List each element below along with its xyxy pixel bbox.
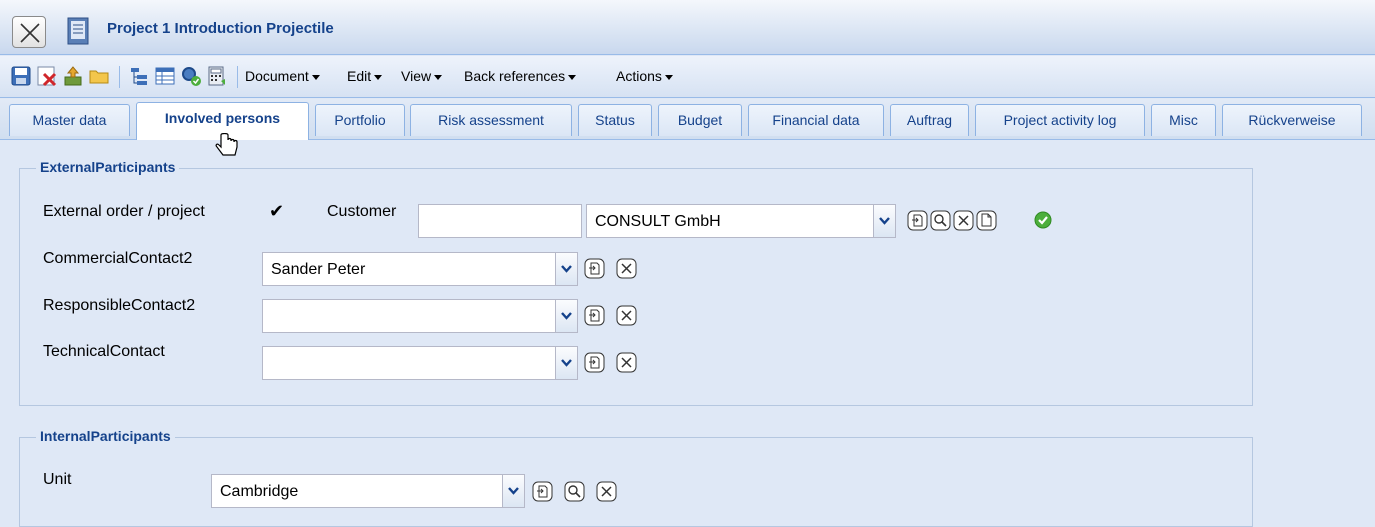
- menu-document-label: Document: [245, 68, 309, 84]
- unit-dropdown-trigger[interactable]: [502, 475, 524, 507]
- tab-status[interactable]: Status: [578, 104, 652, 136]
- tab-label: Master data: [32, 112, 107, 128]
- chevron-down-icon: [879, 217, 890, 225]
- tab-label: Involved persons: [164, 110, 281, 126]
- check-circle-icon: [1034, 211, 1052, 229]
- responsible-contact-combo[interactable]: [262, 299, 578, 333]
- tab-master-data[interactable]: Master data: [9, 104, 130, 136]
- responsible-contact-label: ResponsibleContact2: [43, 297, 196, 314]
- chevron-down-icon: [311, 74, 320, 80]
- clear-icon[interactable]: [616, 258, 637, 279]
- chevron-down-icon: [561, 312, 572, 320]
- search-icon[interactable]: [930, 210, 951, 231]
- customer-value: CONSULT GmbH: [595, 213, 721, 230]
- clear-icon[interactable]: [596, 481, 617, 502]
- toolbar-separator: [237, 66, 238, 88]
- commercial-contact-dropdown-trigger[interactable]: [555, 253, 577, 285]
- technical-contact-label: TechnicalContact: [43, 343, 165, 360]
- customer-label: Customer: [327, 203, 397, 220]
- clear-icon[interactable]: [616, 352, 637, 373]
- tab-label: Project activity log: [1003, 112, 1117, 128]
- folder-icon[interactable]: [88, 65, 110, 87]
- link-icon[interactable]: [907, 210, 928, 231]
- menu-edit[interactable]: Edit: [347, 68, 383, 84]
- chevron-down-icon: [664, 74, 673, 80]
- tab-label: Status: [595, 112, 635, 128]
- save-icon[interactable]: [10, 65, 32, 87]
- commercial-contact-value: Sander Peter: [271, 261, 366, 278]
- link-icon[interactable]: [584, 352, 605, 373]
- unit-combo[interactable]: Cambridge: [211, 474, 525, 508]
- menu-document[interactable]: Document: [245, 68, 320, 84]
- customer-code-input[interactable]: [418, 204, 582, 238]
- hand-cursor-icon: [215, 133, 238, 156]
- tab-rueckverweise[interactable]: Rückverweise: [1222, 104, 1362, 136]
- tab-label: Auftrag: [906, 112, 953, 128]
- toolbar-separator: [119, 66, 120, 88]
- menu-view-label: View: [401, 68, 432, 84]
- close-icon: [20, 23, 40, 43]
- link-icon[interactable]: [532, 481, 553, 502]
- tab-budget[interactable]: Budget: [658, 104, 742, 136]
- menu-actions-label: Actions: [616, 68, 662, 84]
- menu-back-references-label: Back references: [464, 68, 566, 84]
- tab-financial-data[interactable]: Financial data: [748, 104, 884, 136]
- menu-back-references[interactable]: Back references: [464, 68, 577, 84]
- tab-label: Risk assessment: [438, 112, 544, 128]
- tab-label: Budget: [677, 112, 723, 128]
- window-title: Project 1 Introduction Projectile: [107, 20, 334, 37]
- calculator-icon[interactable]: [206, 65, 228, 87]
- customer-combo[interactable]: CONSULT GmbH: [586, 204, 896, 238]
- tab-label: Misc: [1169, 112, 1198, 128]
- commercial-contact-combo[interactable]: Sander Peter: [262, 252, 578, 286]
- link-icon[interactable]: [584, 258, 605, 279]
- clear-icon[interactable]: [953, 210, 974, 231]
- table-icon[interactable]: [154, 65, 176, 87]
- menu-actions[interactable]: Actions: [616, 68, 673, 84]
- external-participants-legend: ExternalParticipants: [36, 159, 180, 175]
- chevron-down-icon: [568, 74, 577, 80]
- external-order-label: External order / project: [43, 203, 205, 220]
- menu-view[interactable]: View: [401, 68, 443, 84]
- tab-label: Portfolio: [334, 112, 386, 128]
- tab-project-activity-log[interactable]: Project activity log: [975, 104, 1145, 136]
- tab-portfolio[interactable]: Portfolio: [315, 104, 405, 136]
- document-icon: [67, 17, 89, 45]
- search-ok-icon[interactable]: [180, 65, 202, 87]
- unit-label: Unit: [43, 471, 72, 488]
- chevron-down-icon: [561, 359, 572, 367]
- unit-value: Cambridge: [220, 483, 299, 500]
- tab-risk-assessment[interactable]: Risk assessment: [410, 104, 572, 136]
- technical-contact-combo[interactable]: [262, 346, 578, 380]
- search-icon[interactable]: [564, 481, 585, 502]
- link-icon[interactable]: [584, 305, 605, 326]
- menu-edit-label: Edit: [347, 68, 372, 84]
- chevron-down-icon: [561, 265, 572, 273]
- delete-icon[interactable]: [36, 65, 58, 87]
- export-icon[interactable]: [62, 65, 84, 87]
- chevron-down-icon: [508, 487, 519, 495]
- customer-dropdown-trigger[interactable]: [873, 205, 895, 237]
- tab-strip: Master data Involved persons Portfolio R…: [0, 99, 1375, 140]
- toolbar: Document Edit View Back references Actio…: [0, 56, 1375, 98]
- window-titlebar: Project 1 Introduction Projectile: [0, 0, 1375, 55]
- close-window-button[interactable]: [12, 16, 46, 48]
- chevron-down-icon: [434, 74, 443, 80]
- tab-label: Rückverweise: [1248, 112, 1336, 128]
- tab-auftrag[interactable]: Auftrag: [890, 104, 969, 136]
- chevron-down-icon: [374, 74, 383, 80]
- internal-participants-panel: [19, 437, 1253, 527]
- technical-contact-dropdown-trigger[interactable]: [555, 347, 577, 379]
- internal-participants-legend: InternalParticipants: [36, 428, 175, 444]
- tab-misc[interactable]: Misc: [1151, 104, 1216, 136]
- clear-icon[interactable]: [616, 305, 637, 326]
- tree-icon[interactable]: [128, 65, 150, 87]
- external-order-checkbox[interactable]: ✔: [269, 201, 284, 222]
- responsible-contact-dropdown-trigger[interactable]: [555, 300, 577, 332]
- new-document-icon[interactable]: [976, 210, 997, 231]
- tab-label: Financial data: [772, 112, 860, 128]
- commercial-contact-label: CommercialContact2: [43, 250, 193, 267]
